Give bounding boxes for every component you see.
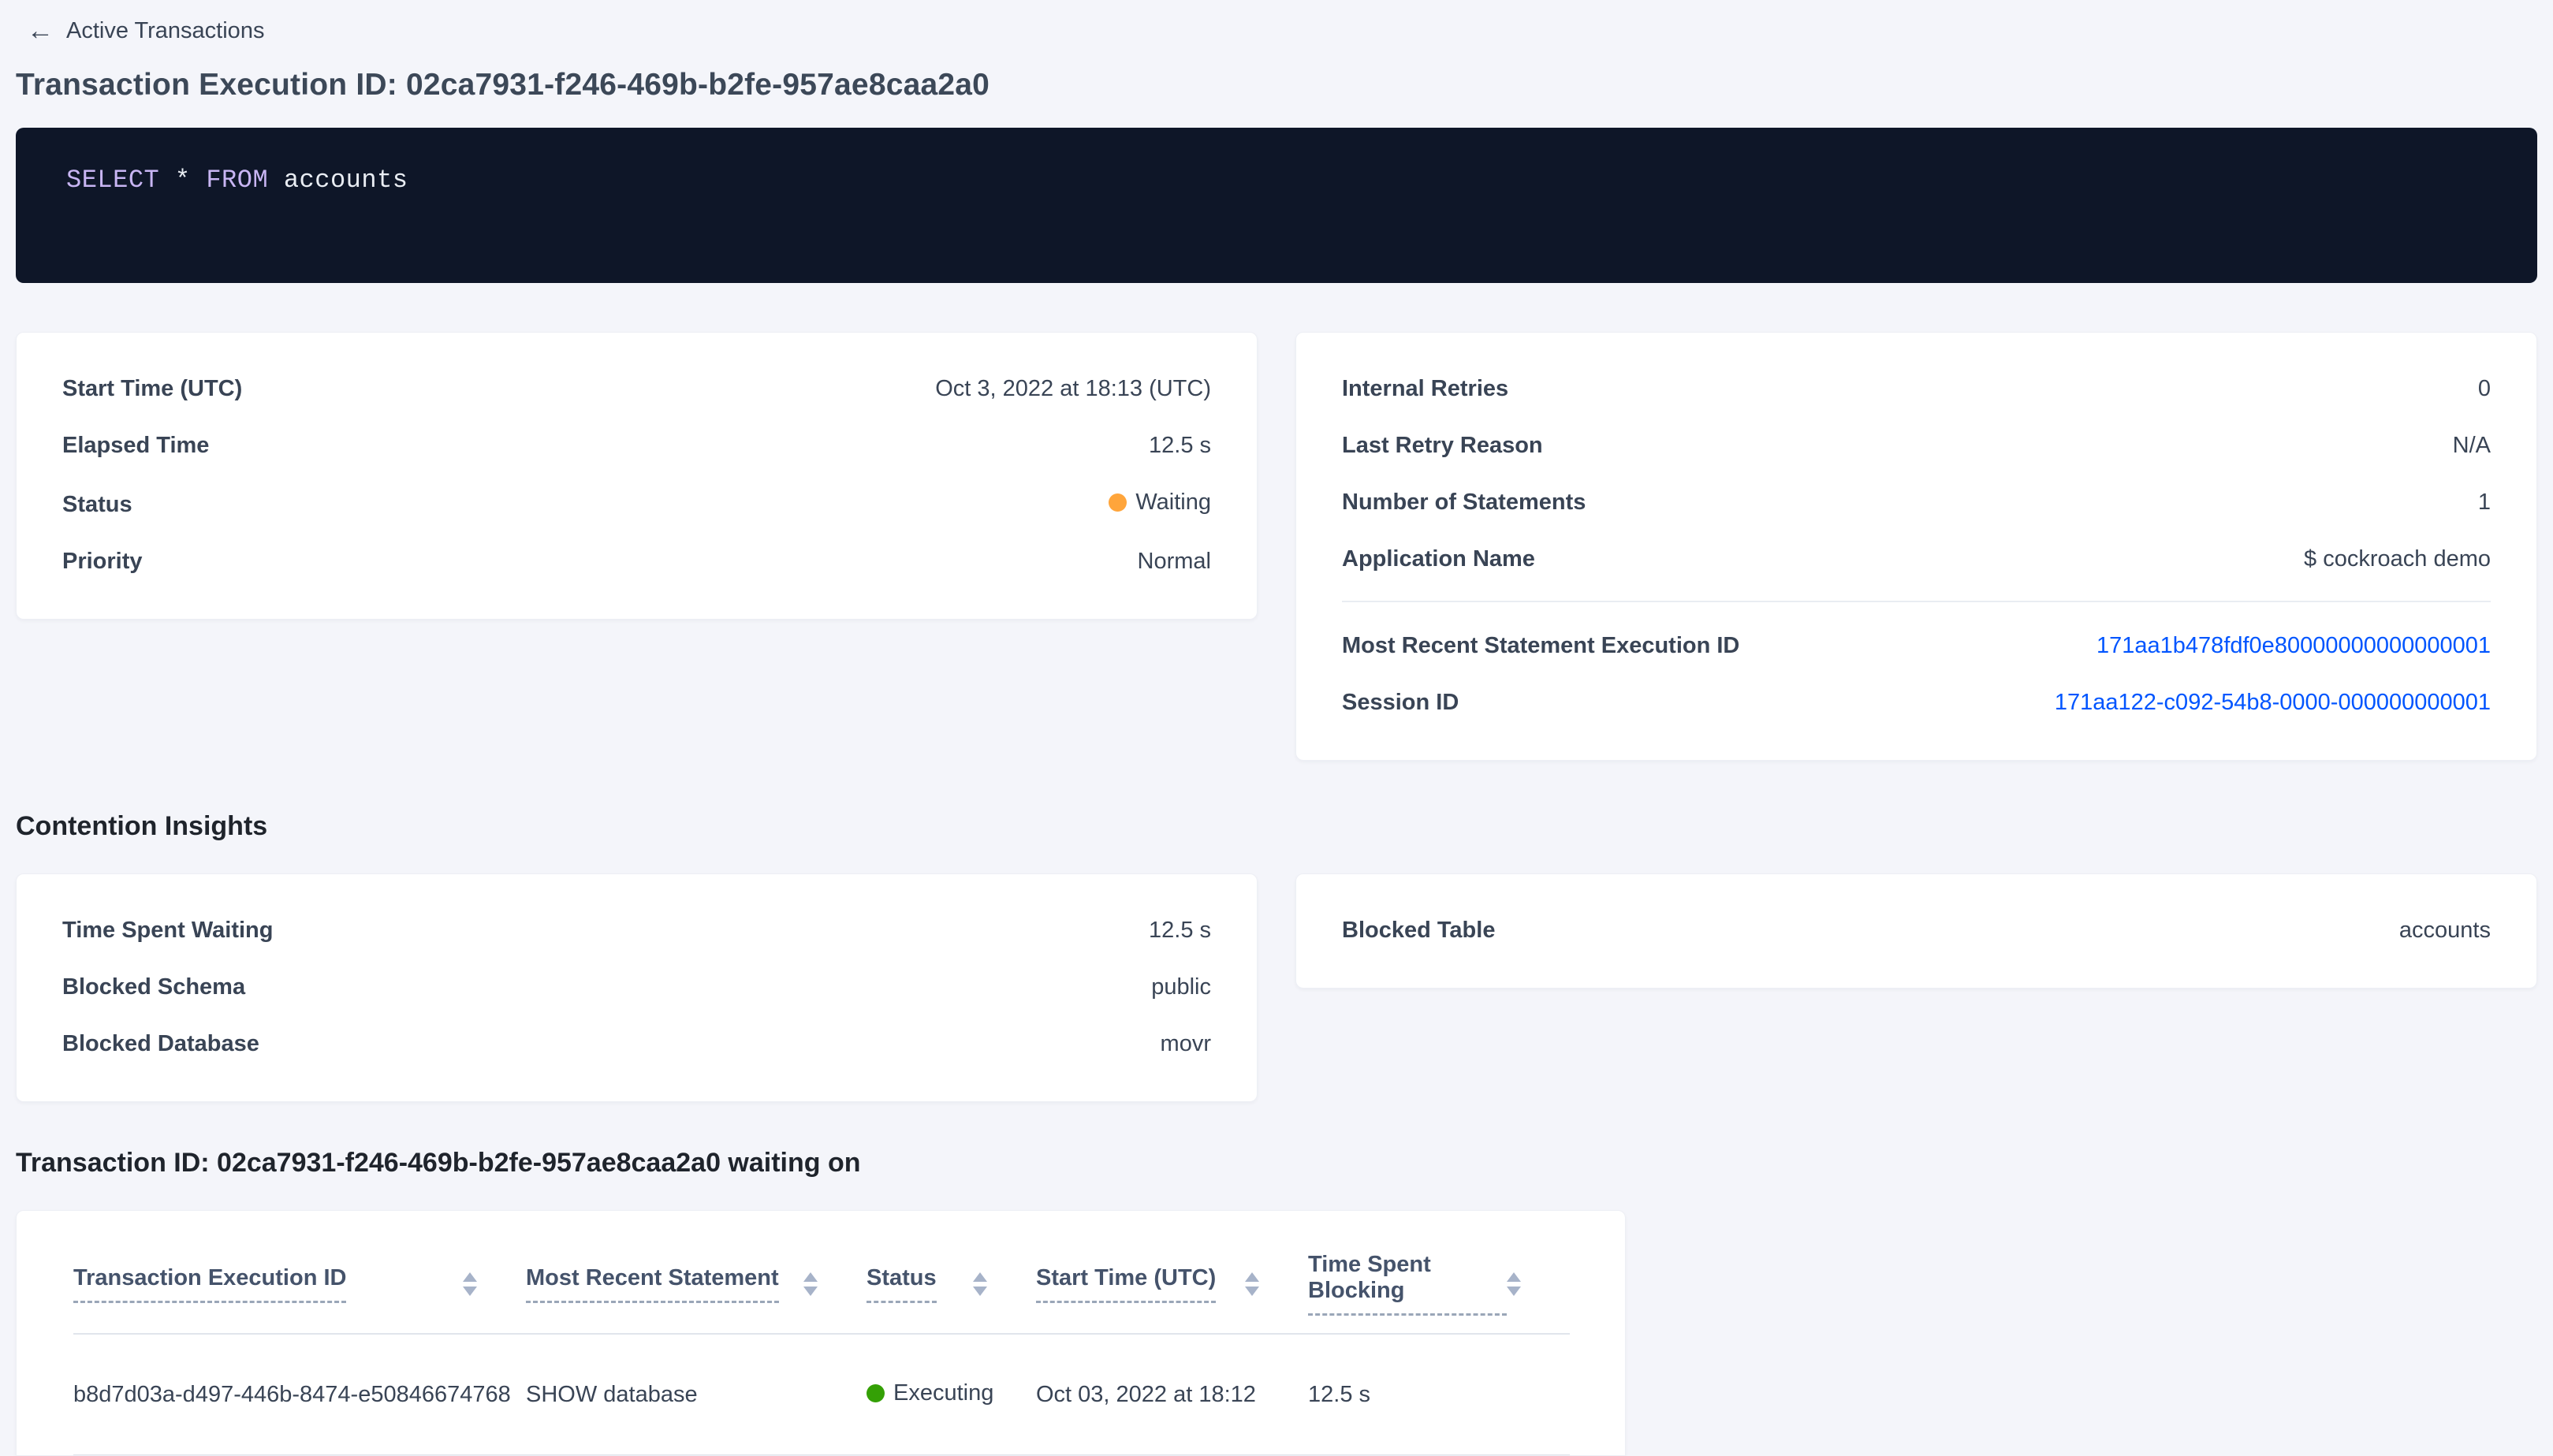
detail-label: Priority: [62, 546, 143, 576]
detail-value: 12.5 s: [1149, 915, 1211, 945]
detail-label: Number of Statements: [1342, 487, 1586, 517]
transaction-times-card: Start Time (UTC) Oct 3, 2022 at 18:13 (U…: [16, 332, 1258, 620]
sql-keyword: SELECT: [66, 166, 159, 195]
sql-identifier: accounts: [268, 166, 408, 195]
detail-label: Status: [62, 490, 132, 519]
detail-label: Blocked Database: [62, 1029, 259, 1059]
detail-row: Blocked Database movr: [62, 1029, 1211, 1059]
column-header-status[interactable]: Status: [867, 1211, 1036, 1334]
detail-row: Application Name $ cockroach demo: [1342, 544, 2491, 574]
detail-row: Session ID 171aa122-c092-54b8-0000-00000…: [1342, 687, 2491, 717]
detail-value: Oct 3, 2022 at 18:13 (UTC): [935, 374, 1211, 404]
detail-label: Most Recent Statement Execution ID: [1342, 631, 1739, 661]
waiting-transactions-table: Transaction Execution ID Most Recent Sta…: [73, 1211, 1570, 1456]
waiting-on-heading: Transaction ID: 02ca7931-f246-469b-b2fe-…: [16, 1148, 2537, 1179]
waiting-status-dot-icon: [1109, 493, 1127, 512]
column-label: Time Spent Blocking: [1308, 1252, 1507, 1316]
page-title: Transaction Execution ID: 02ca7931-f246-…: [16, 68, 2537, 102]
contention-insights-heading: Contention Insights: [16, 811, 2537, 842]
detail-value: 0: [2478, 374, 2491, 404]
sort-icon: [973, 1272, 987, 1296]
detail-row: Time Spent Waiting 12.5 s: [62, 915, 1211, 945]
detail-row: Internal Retries 0: [1342, 374, 2491, 404]
statement-execution-id-link[interactable]: 171aa1b478fdf0e80000000000000001: [2096, 631, 2491, 661]
card-divider: [1342, 601, 2491, 602]
detail-label: Start Time (UTC): [62, 374, 242, 404]
cell-start-time: Oct 03, 2022 at 18:12: [1036, 1334, 1308, 1455]
status-text: Executing: [893, 1380, 993, 1406]
back-arrow-icon: ←: [27, 17, 54, 44]
detail-row: Elapsed Time 12.5 s: [62, 430, 1211, 460]
session-id-link[interactable]: 171aa122-c092-54b8-0000-000000000001: [2055, 687, 2491, 717]
cell-status: Executing: [867, 1334, 1036, 1455]
transaction-attributes-card: Internal Retries 0 Last Retry Reason N/A…: [1295, 332, 2537, 761]
column-header-time-spent-blocking[interactable]: Time Spent Blocking: [1308, 1211, 1570, 1334]
detail-label: Internal Retries: [1342, 374, 1508, 404]
column-label: Start Time (UTC): [1036, 1265, 1216, 1303]
detail-row: Last Retry Reason N/A: [1342, 430, 2491, 460]
detail-value: public: [1151, 972, 1211, 1002]
detail-value: movr: [1161, 1029, 1211, 1059]
column-header-transaction-execution-id[interactable]: Transaction Execution ID: [73, 1211, 526, 1334]
column-label: Most Recent Statement: [526, 1265, 779, 1303]
sql-keyword: FROM: [206, 166, 268, 195]
detail-row: Blocked Table accounts: [1342, 915, 2491, 945]
sort-icon: [463, 1272, 477, 1296]
detail-row: Priority Normal: [62, 546, 1211, 576]
detail-row: Blocked Schema public: [62, 972, 1211, 1002]
detail-row: Status Waiting: [62, 487, 1211, 519]
contention-details-card: Time Spent Waiting 12.5 s Blocked Schema…: [16, 873, 1258, 1102]
detail-value: Normal: [1138, 546, 1211, 576]
column-header-most-recent-statement[interactable]: Most Recent Statement: [526, 1211, 867, 1334]
back-link-label: Active Transactions: [66, 18, 264, 44]
detail-value: 12.5 s: [1149, 430, 1211, 460]
cell-time-spent-blocking: 12.5 s: [1308, 1334, 1570, 1455]
column-label: Status: [867, 1265, 937, 1303]
detail-label: Time Spent Waiting: [62, 915, 273, 945]
detail-label: Application Name: [1342, 544, 1535, 574]
sort-icon: [1507, 1272, 1521, 1296]
table-row: b8d7d03a-d497-446b-8474-e50846674768 SHO…: [73, 1334, 1570, 1455]
detail-label: Blocked Table: [1342, 915, 1495, 945]
detail-row: Most Recent Statement Execution ID 171aa…: [1342, 631, 2491, 661]
sort-icon: [1245, 1272, 1259, 1296]
detail-label: Last Retry Reason: [1342, 430, 1543, 460]
sql-statement-box: SELECT * FROM accounts: [16, 128, 2537, 283]
sql-text: *: [159, 166, 206, 195]
detail-value: accounts: [2399, 915, 2491, 945]
detail-row: Number of Statements 1: [1342, 487, 2491, 517]
detail-row: Start Time (UTC) Oct 3, 2022 at 18:13 (U…: [62, 374, 1211, 404]
summary-cards: Start Time (UTC) Oct 3, 2022 at 18:13 (U…: [16, 332, 2537, 761]
status-text: Waiting: [1135, 487, 1211, 517]
executing-status-dot-icon: [867, 1384, 885, 1402]
sql-statement: SELECT * FROM accounts: [66, 166, 408, 195]
status-value: Waiting: [1109, 487, 1211, 517]
column-header-start-time[interactable]: Start Time (UTC): [1036, 1211, 1308, 1334]
detail-value: 1: [2478, 487, 2491, 517]
cell-most-recent-statement: SHOW database: [526, 1334, 867, 1455]
contention-cards: Time Spent Waiting 12.5 s Blocked Schema…: [16, 873, 2537, 1102]
back-link[interactable]: ← Active Transactions: [27, 17, 264, 44]
detail-value: N/A: [2453, 430, 2491, 460]
blocked-table-card: Blocked Table accounts: [1295, 873, 2537, 989]
detail-label: Session ID: [1342, 687, 1459, 717]
detail-value: $ cockroach demo: [2304, 544, 2491, 574]
detail-label: Elapsed Time: [62, 430, 209, 460]
table-header-row: Transaction Execution ID Most Recent Sta…: [73, 1211, 1570, 1334]
waiting-on-table-card: Transaction Execution ID Most Recent Sta…: [16, 1210, 1626, 1456]
detail-label: Blocked Schema: [62, 972, 245, 1002]
column-label: Transaction Execution ID: [73, 1265, 346, 1303]
cell-transaction-execution-id: b8d7d03a-d497-446b-8474-e50846674768: [73, 1334, 526, 1455]
sort-icon: [803, 1272, 818, 1296]
active-transaction-details-page: ← Active Transactions Transaction Execut…: [0, 0, 2553, 1456]
